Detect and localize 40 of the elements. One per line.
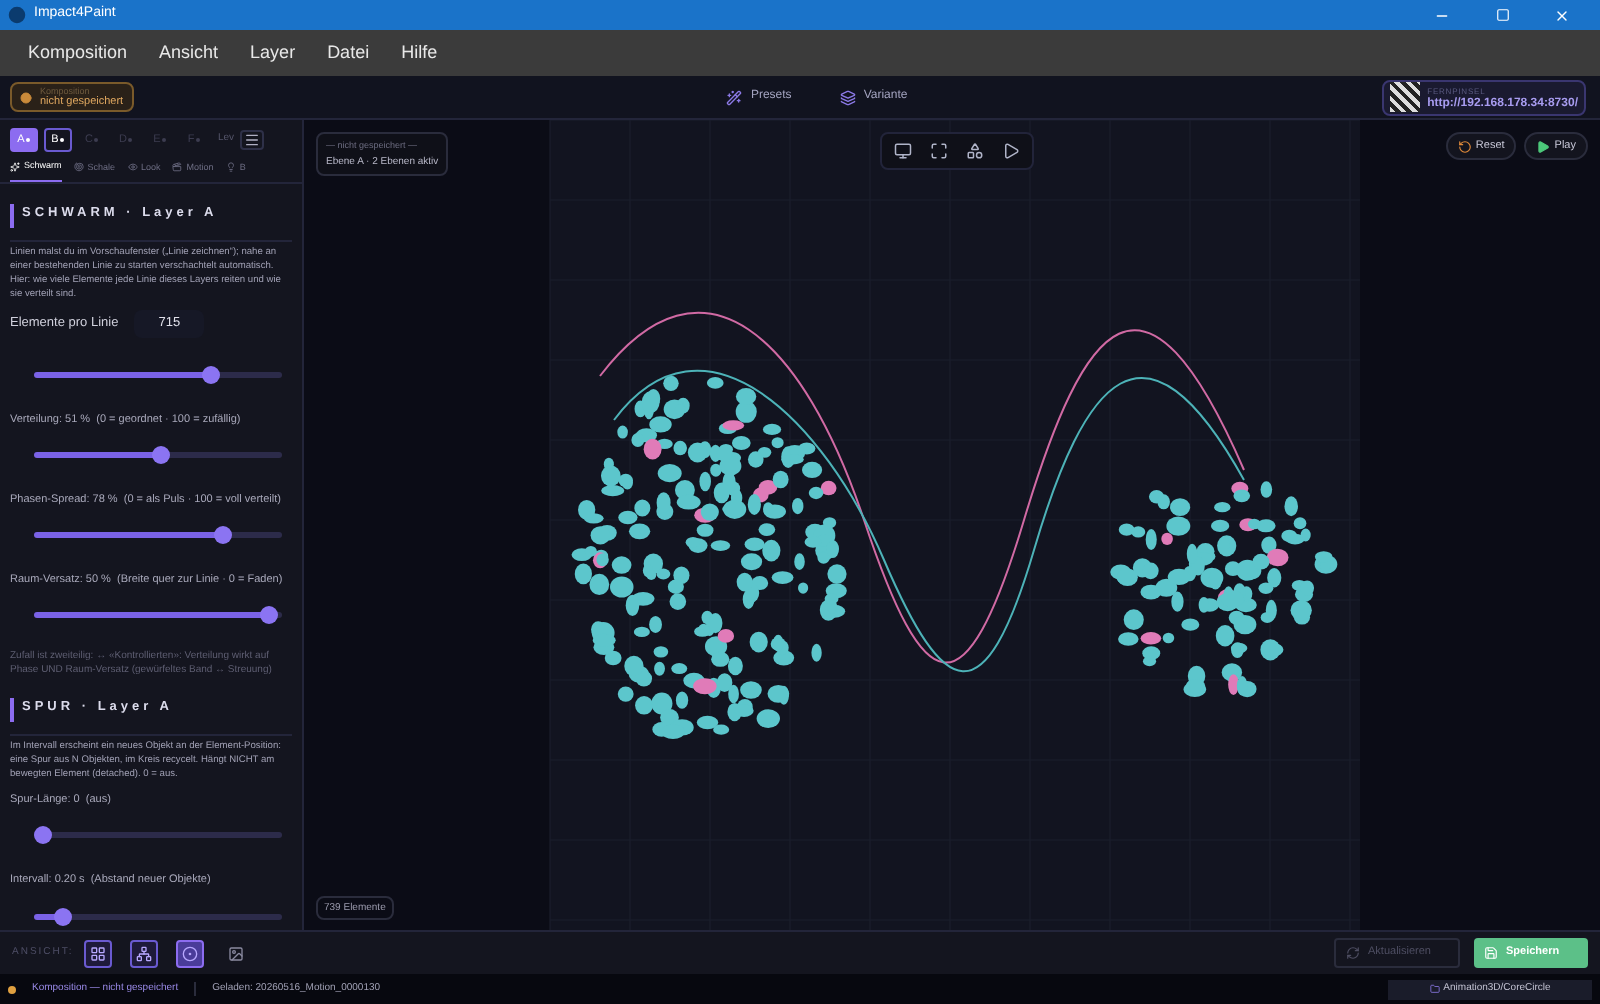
menu-item[interactable]: Datei — [315, 39, 382, 67]
qr-code-icon — [1389, 82, 1420, 112]
view-button[interactable] — [129, 939, 158, 967]
menu-item[interactable]: Komposition — [16, 39, 140, 67]
target-icon — [181, 945, 198, 961]
refresh-icon — [1346, 946, 1360, 960]
layers-icon — [839, 89, 856, 105]
folder-icon — [1429, 984, 1440, 994]
view-button[interactable] — [175, 939, 204, 967]
slider-thumb[interactable] — [259, 606, 278, 625]
grid-icon — [89, 945, 106, 961]
slider-thumb[interactable] — [201, 365, 220, 383]
eye-icon — [127, 162, 138, 173]
clapperboard-icon — [172, 162, 183, 173]
maximize-icon — [1495, 8, 1509, 22]
save-icon — [1484, 946, 1498, 960]
menu-icon[interactable] — [240, 130, 265, 150]
magic-wand-icon — [726, 89, 743, 105]
sparkles-icon — [10, 161, 20, 172]
app-logo-icon — [8, 6, 26, 24]
close-icon — [1554, 7, 1570, 23]
play-icon — [1536, 139, 1551, 153]
reset-icon — [1457, 139, 1472, 153]
image-icon — [227, 945, 244, 961]
menu-item[interactable]: Hilfe — [389, 39, 450, 67]
slider-thumb[interactable] — [34, 826, 52, 845]
menu-item[interactable]: Layer — [238, 39, 308, 67]
slider-thumb[interactable] — [213, 526, 232, 544]
menu-item[interactable]: Ansicht — [147, 39, 231, 67]
pointer-icon[interactable] — [1002, 142, 1020, 160]
lightbulb-icon — [225, 162, 236, 173]
expand-icon[interactable] — [930, 142, 948, 160]
slider-thumb[interactable] — [54, 907, 73, 925]
shapes-icon[interactable] — [966, 142, 984, 160]
view-button[interactable] — [83, 939, 112, 967]
nodes-icon — [135, 945, 152, 961]
status-dot-icon — [20, 91, 32, 103]
slider-thumb[interactable] — [151, 445, 170, 464]
shell-icon — [73, 162, 84, 173]
monitor-icon[interactable] — [894, 142, 912, 160]
